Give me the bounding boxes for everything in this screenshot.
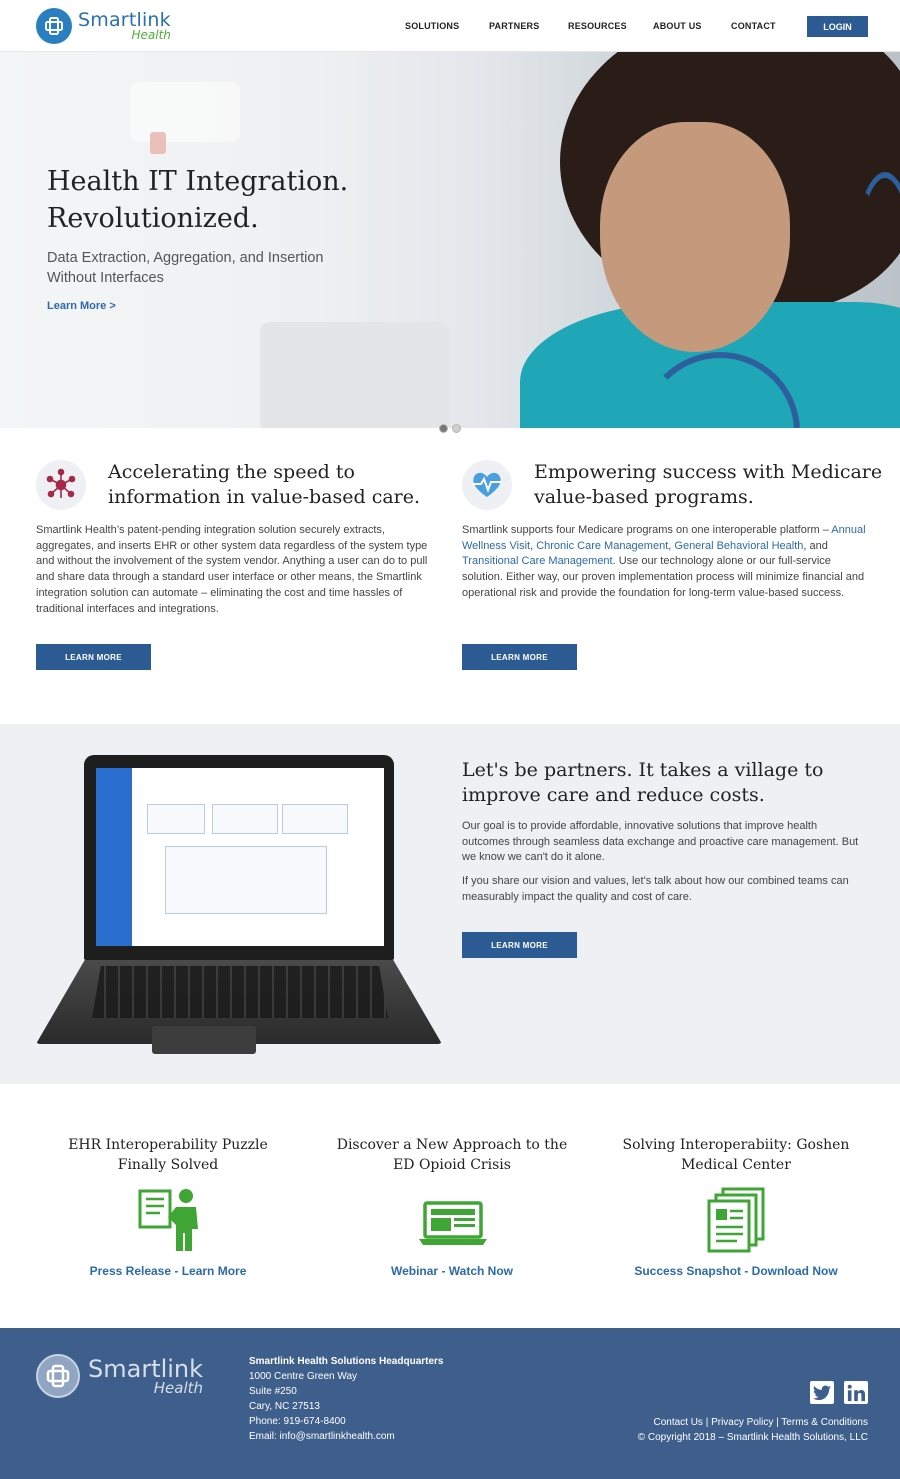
partners-learn-more-button[interactable]: LEARN MORE <box>462 932 577 958</box>
carousel-dots <box>439 424 461 433</box>
partners-title: Let's be partners. It takes a village to… <box>462 759 824 806</box>
webinar-link[interactable]: Webinar - Watch Now <box>327 1264 577 1278</box>
network-nodes-icon <box>36 460 86 510</box>
value-prop-title: Empowering success with Medicare value-b… <box>534 461 883 508</box>
logo-cross-icon <box>36 1354 80 1398</box>
resource-card-press-release: EHR Interoperability Puzzle Finally Solv… <box>43 1135 293 1278</box>
nav-solutions[interactable]: SOLUTIONS <box>405 21 459 31</box>
resource-card-webinar: Discover a New Approach to the ED Opioid… <box>327 1135 577 1278</box>
footer-email[interactable]: Email: info@smartlinkhealth.com <box>249 1429 444 1444</box>
partners-section: Let's be partners. It takes a village to… <box>0 724 900 1084</box>
value-prop-title: Accelerating the speed to information in… <box>108 461 421 508</box>
hero-title: Health IT Integration. Revolutionized. <box>47 166 349 234</box>
resource-title: Discover a New Approach to the ED Opioid… <box>336 1137 568 1173</box>
logo-cross-icon <box>36 8 72 44</box>
carousel-dot-2[interactable] <box>452 424 461 433</box>
laptop-icon <box>419 1187 487 1258</box>
linkedin-icon[interactable] <box>844 1381 868 1404</box>
nav-resources[interactable]: RESOURCES <box>568 21 627 31</box>
general-behavioral-health-link[interactable]: General Behavioral Health <box>674 540 803 552</box>
brand-logo[interactable]: Smartlink Health <box>36 8 171 44</box>
site-footer: Smartlink Health Smartlink Health Soluti… <box>0 1328 900 1479</box>
nav-about-us[interactable]: ABOUT US <box>653 21 702 31</box>
resource-card-success-snapshot: Solving Interoperabiity: Goshen Medical … <box>611 1135 861 1278</box>
success-snapshot-link[interactable]: Success Snapshot - Download Now <box>611 1264 861 1278</box>
press-release-link[interactable]: Press Release - Learn More <box>43 1264 293 1278</box>
medicare-learn-more-button[interactable]: LEARN MORE <box>462 644 577 670</box>
footer-logo-name: Smartlink <box>88 1354 204 1383</box>
footer-phone[interactable]: Phone: 919-674-8400 <box>249 1414 444 1429</box>
resource-title: EHR Interoperability Puzzle Finally Solv… <box>68 1137 268 1173</box>
value-prop-body: Smartlink supports four Medicare program… <box>462 524 866 599</box>
heart-pulse-icon <box>462 460 512 510</box>
partners-para-1: Our goal is to provide affordable, innov… <box>462 820 859 864</box>
footer-logo-sub: Health <box>153 1378 204 1397</box>
presenter-icon <box>138 1187 202 1258</box>
hero-banner <box>0 52 900 428</box>
footer-address: Smartlink Health Solutions Headquarters … <box>249 1356 444 1444</box>
footer-logo[interactable]: Smartlink Health <box>36 1354 203 1398</box>
value-prop-body: Smartlink Health’s patent-pending integr… <box>36 524 428 615</box>
nav-partners[interactable]: PARTNERS <box>489 21 539 31</box>
copyright: © Copyright 2018 – Smartlink Health Solu… <box>637 1432 868 1443</box>
footer-legal-links[interactable]: Contact Us | Privacy Policy | Terms & Co… <box>638 1415 868 1430</box>
twitter-icon[interactable] <box>810 1381 834 1404</box>
integration-learn-more-button[interactable]: LEARN MORE <box>36 644 151 670</box>
site-header: Smartlink Health SOLUTIONS PARTNERS RESO… <box>0 0 900 52</box>
hero-learn-more-link[interactable]: Learn More > <box>47 300 116 312</box>
transitional-care-management-link[interactable]: Transitional Care Management <box>462 555 613 567</box>
documents-icon <box>707 1187 767 1258</box>
login-button[interactable]: LOGIN <box>807 16 868 37</box>
resource-title: Solving Interoperabiity: Goshen Medical … <box>622 1137 850 1173</box>
hq-title: Smartlink Health Solutions Headquarters <box>249 1356 444 1367</box>
hero-subtitle: Data Extraction, Aggregation, and Insert… <box>47 250 324 286</box>
footer-links: Contact Us | Privacy Policy | Terms & Co… <box>638 1415 868 1445</box>
chronic-care-management-link[interactable]: Chronic Care Management <box>536 540 668 552</box>
carousel-dot-1[interactable] <box>439 424 448 433</box>
partners-para-2: If you share our vision and values, let'… <box>462 875 849 903</box>
nav-contact[interactable]: CONTACT <box>731 21 776 31</box>
